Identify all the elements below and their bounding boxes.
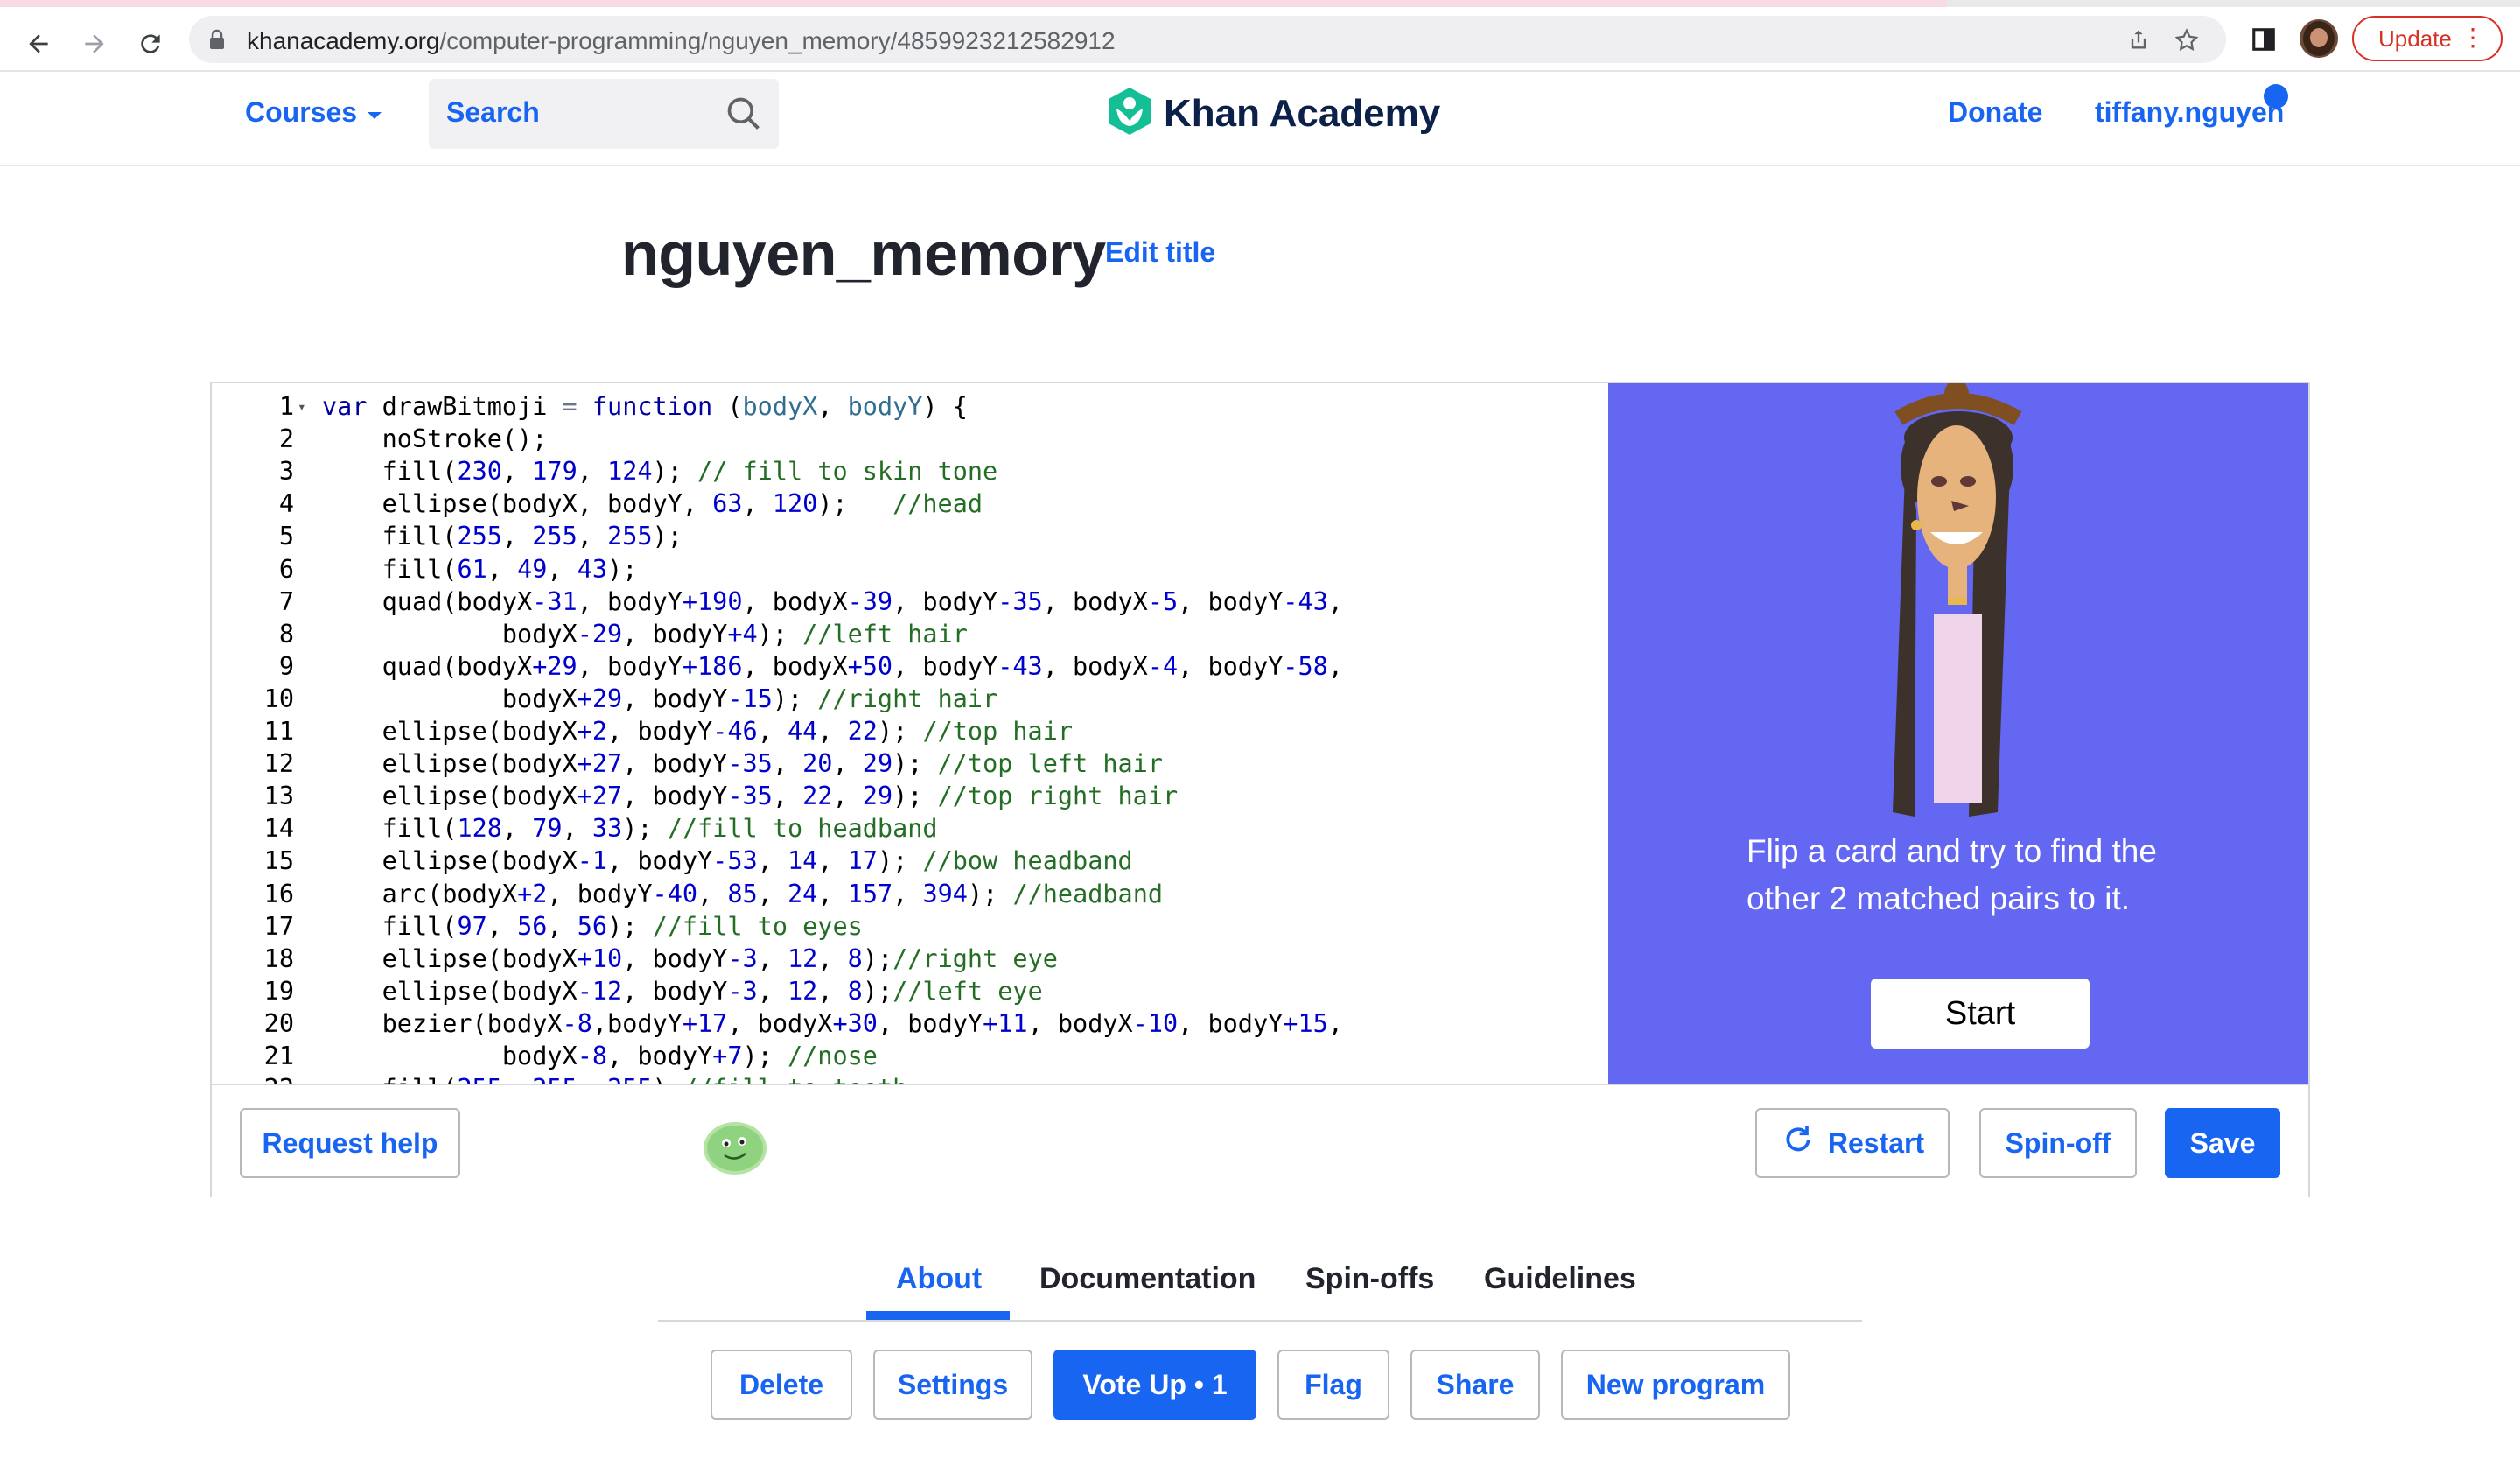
code-text: fill(230, 179, 124); // fill to skin ton… bbox=[322, 457, 998, 487]
tab-about[interactable]: About bbox=[896, 1262, 982, 1296]
code-text: fill(255, 255, 255); bbox=[322, 522, 682, 551]
line-number: 3 bbox=[278, 457, 294, 487]
editor-footer: Request help Restart Spin-off Save bbox=[212, 1084, 2308, 1197]
search-input[interactable]: Search bbox=[429, 79, 779, 149]
forward-arrow-icon[interactable] bbox=[74, 23, 116, 65]
save-button[interactable]: Save bbox=[2165, 1108, 2280, 1178]
line-number: 12 bbox=[263, 749, 294, 779]
tab-spin-offs[interactable]: Spin-offs bbox=[1306, 1262, 1434, 1296]
code-text: noStroke(); bbox=[322, 424, 548, 454]
code-text: ellipse(bodyX+27, bodyY-35, 22, 29); //t… bbox=[322, 782, 1179, 811]
line-number: 9 bbox=[278, 651, 294, 681]
code-text: bodyX-8, bodyY+7); //nose bbox=[322, 1042, 878, 1070]
site-header: Courses Search Khan Academy Donate tiffa… bbox=[0, 72, 2520, 166]
line-number: 19 bbox=[263, 976, 294, 1006]
reload-icon[interactable] bbox=[130, 23, 172, 65]
line-number: 20 bbox=[263, 1008, 294, 1038]
edit-title-link[interactable]: Edit title bbox=[1105, 236, 1215, 269]
line-number: 4 bbox=[278, 489, 294, 519]
line-number: 11 bbox=[263, 717, 294, 746]
courses-menu[interactable]: Courses bbox=[245, 96, 383, 129]
avatar-blob-icon bbox=[700, 1115, 770, 1176]
code-text: fill(255, 255, 255);//fill to teeth bbox=[322, 1072, 908, 1084]
user-menu[interactable]: tiffany.nguyen bbox=[2095, 96, 2284, 129]
program-tabs: About Documentation Spin-offs Guidelines bbox=[658, 1252, 1862, 1322]
code-text: fill(97, 56, 56); //fill to eyes bbox=[322, 911, 863, 941]
code-text: fill(61, 49, 43); bbox=[322, 554, 638, 584]
line-number: 10 bbox=[263, 684, 294, 713]
browser-toolbar: khanacademy.org/computer-programming/ngu… bbox=[0, 7, 2520, 72]
program-canvas[interactable]: Flip a card and try to find the other 2 … bbox=[1608, 383, 2308, 1084]
donate-link[interactable]: Donate bbox=[1948, 96, 2042, 129]
back-arrow-icon[interactable] bbox=[18, 23, 60, 65]
instructions-text: Flip a card and try to find the other 2 … bbox=[1746, 833, 2157, 916]
share-icon[interactable] bbox=[2126, 27, 2151, 56]
url-text: khanacademy.org/computer-programming/ngu… bbox=[247, 27, 1116, 54]
active-tab-indicator bbox=[866, 1311, 1010, 1320]
line-number: 8 bbox=[278, 619, 294, 649]
line-number: 21 bbox=[263, 1042, 294, 1070]
lock-icon bbox=[208, 29, 226, 54]
code-text: bodyX-29, bodyY+4); //left hair bbox=[322, 619, 968, 649]
line-number: 15 bbox=[263, 846, 294, 876]
share-button[interactable]: Share bbox=[1410, 1350, 1540, 1420]
notification-dot bbox=[2264, 84, 2288, 109]
code-text: var drawBitmoji = function (bodyX, bodyY… bbox=[322, 392, 968, 421]
line-number: 17 bbox=[263, 911, 294, 941]
flag-button[interactable]: Flag bbox=[1278, 1350, 1390, 1420]
code-text: quad(bodyX-31, bodyY+190, bodyX-39, body… bbox=[322, 586, 1343, 616]
restart-icon bbox=[1781, 1122, 1816, 1164]
spin-off-button[interactable]: Spin-off bbox=[1979, 1108, 2137, 1178]
bookmark-star-icon[interactable] bbox=[2174, 27, 2200, 58]
line-number: 1 bbox=[278, 392, 294, 421]
code-text: ellipse(bodyX, bodyY, 63, 120); //head bbox=[322, 489, 984, 519]
side-panel-icon[interactable] bbox=[2250, 26, 2277, 57]
tab-strip bbox=[0, 0, 2520, 7]
line-number: 22 bbox=[212, 1072, 294, 1084]
caret-down-icon bbox=[366, 96, 383, 129]
delete-button[interactable]: Delete bbox=[710, 1350, 852, 1420]
code-text: quad(bodyX+29, bodyY+186, bodyX+50, body… bbox=[322, 651, 1343, 681]
program-title: nguyen_memory bbox=[621, 220, 1106, 288]
khan-academy-logo[interactable]: Khan Academy bbox=[1106, 86, 1440, 141]
settings-button[interactable]: Settings bbox=[873, 1350, 1032, 1420]
fold-arrow-icon[interactable]: ▾ bbox=[298, 390, 306, 423]
line-number: 14 bbox=[263, 814, 294, 844]
line-number: 7 bbox=[278, 586, 294, 616]
code-text: bezier(bodyX-8,bodyY+17, bodyX+30, bodyY… bbox=[322, 1008, 1343, 1038]
address-bar[interactable]: khanacademy.org/computer-programming/ngu… bbox=[189, 16, 2226, 63]
khan-leaf-icon bbox=[1106, 86, 1153, 141]
line-number: 18 bbox=[263, 943, 294, 973]
new-program-button[interactable]: New program bbox=[1561, 1350, 1790, 1420]
start-button[interactable]: Start bbox=[1871, 979, 2090, 1049]
code-text: ellipse(bodyX-1, bodyY-53, 14, 17); //bo… bbox=[322, 846, 1133, 876]
tab-documentation[interactable]: Documentation bbox=[1040, 1262, 1256, 1296]
code-text: bodyX+29, bodyY-15); //right hair bbox=[322, 684, 998, 713]
vote-up-button[interactable]: Vote Up • 1 bbox=[1054, 1350, 1256, 1420]
code-text: ellipse(bodyX+2, bodyY-46, 44, 22); //to… bbox=[322, 717, 1074, 746]
line-number: 16 bbox=[263, 879, 294, 908]
request-help-button[interactable]: Request help bbox=[240, 1108, 460, 1178]
code-text: ellipse(bodyX-12, bodyY-3, 12, 8);//left… bbox=[322, 976, 1043, 1006]
code-text: fill(128, 79, 33); //fill to headband bbox=[322, 814, 938, 844]
line-number: 13 bbox=[263, 782, 294, 811]
search-icon bbox=[724, 95, 763, 137]
tab-guidelines[interactable]: Guidelines bbox=[1484, 1262, 1636, 1296]
line-number: 6 bbox=[278, 554, 294, 584]
code-text: ellipse(bodyX+10, bodyY-3, 12, 8);//righ… bbox=[322, 943, 1058, 973]
line-number: 5 bbox=[278, 522, 294, 551]
menu-dots-icon: ⋮ bbox=[2460, 24, 2485, 51]
code-text: arc(bodyX+2, bodyY-40, 85, 24, 157, 394)… bbox=[322, 879, 1164, 908]
restart-button[interactable]: Restart bbox=[1755, 1108, 1950, 1178]
update-button[interactable]: Update ⋮ bbox=[2352, 16, 2502, 61]
profile-avatar[interactable] bbox=[2300, 19, 2338, 58]
line-number: 2 bbox=[278, 424, 294, 454]
code-text: ellipse(bodyX+27, bodyY-35, 20, 29); //t… bbox=[322, 749, 1163, 779]
code-editor[interactable]: 1 ▾ var drawBitmoji = function (bodyX, bod… bbox=[212, 383, 1608, 1084]
